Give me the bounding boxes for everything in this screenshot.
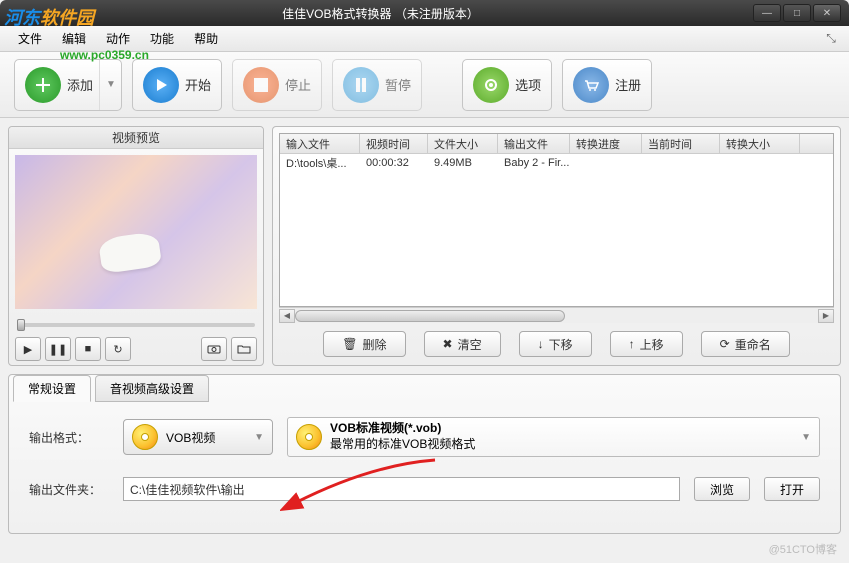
video-preview[interactable] — [15, 155, 257, 309]
move-up-button[interactable]: ↑ 上移 — [610, 331, 683, 357]
file-grid[interactable]: 输入文件视频时间文件大小输出文件转换进度当前时间转换大小 D:\tools\桌.… — [279, 133, 834, 307]
column-header[interactable]: 转换大小 — [720, 134, 800, 153]
table-cell: 00:00:32 — [360, 154, 428, 172]
player-stop-button[interactable]: ■ — [75, 337, 101, 361]
arrow-up-icon: ↑ — [629, 337, 635, 351]
add-label: 添加 — [67, 75, 93, 94]
menu-help[interactable]: 帮助 — [184, 26, 228, 51]
player-pause-button[interactable]: ❚❚ — [45, 337, 71, 361]
scroll-right-icon[interactable]: ▶ — [818, 309, 834, 323]
seek-slider[interactable] — [17, 323, 255, 327]
tab-advanced[interactable]: 音视频高级设置 — [95, 375, 209, 402]
trash-icon: 🗑 — [342, 337, 357, 351]
output-format-selector[interactable]: VOB视频 ▼ — [123, 419, 273, 455]
plus-icon — [25, 67, 61, 103]
column-header[interactable]: 输入文件 — [280, 134, 360, 153]
table-cell — [570, 154, 642, 172]
move-up-label: 上移 — [640, 336, 664, 353]
x-icon: ✖ — [443, 337, 453, 351]
rename-label: 重命名 — [735, 336, 771, 353]
disc-icon — [132, 424, 158, 450]
preview-title: 视频预览 — [9, 127, 263, 149]
register-label: 注册 — [615, 75, 641, 94]
maximize-button[interactable]: □ — [783, 4, 811, 22]
close-button[interactable]: ✕ — [813, 4, 841, 22]
delete-label: 删除 — [363, 336, 387, 353]
options-label: 选项 — [515, 75, 541, 94]
arrow-down-icon: ↓ — [538, 337, 544, 351]
table-cell: Baby 2 - Fir... — [498, 154, 570, 172]
watermark-bottomright: @51CTO博客 — [769, 541, 837, 557]
pause-button[interactable]: 暂停 — [332, 59, 422, 111]
start-label: 开始 — [185, 75, 211, 94]
open-button[interactable]: 打开 — [764, 477, 820, 501]
horizontal-scrollbar[interactable]: ◀ ▶ — [279, 307, 834, 323]
move-down-label: 下移 — [549, 336, 573, 353]
table-row[interactable]: D:\tools\桌...00:00:329.49MBBaby 2 - Fir.… — [280, 154, 833, 172]
player-loop-button[interactable]: ↻ — [105, 337, 131, 361]
pause-label: 暂停 — [385, 75, 411, 94]
stop-label: 停止 — [285, 75, 311, 94]
scroll-thumb[interactable] — [295, 310, 565, 322]
rename-button[interactable]: ⟳ 重命名 — [701, 331, 790, 357]
format-value: VOB视频 — [166, 429, 215, 446]
format-description-selector[interactable]: VOB标准视频(*.vob) 最常用的标准VOB视频格式 ▼ — [287, 417, 820, 457]
delete-button[interactable]: 🗑 删除 — [323, 331, 405, 357]
slider-thumb[interactable] — [17, 319, 25, 331]
column-header[interactable]: 视频时间 — [360, 134, 428, 153]
add-button[interactable]: 添加 ▼ — [14, 59, 122, 111]
table-cell: 9.49MB — [428, 154, 498, 172]
menu-edit[interactable]: 编辑 — [52, 26, 96, 51]
output-format-label: 输出格式： — [29, 429, 109, 446]
snapshot-button[interactable] — [201, 337, 227, 361]
cart-icon — [573, 67, 609, 103]
window-title: 佳佳VOB格式转换器 （未注册版本） — [8, 5, 753, 22]
move-down-button[interactable]: ↓ 下移 — [519, 331, 592, 357]
stop-button[interactable]: 停止 — [232, 59, 322, 111]
menu-file[interactable]: 文件 — [8, 26, 52, 51]
scroll-left-icon[interactable]: ◀ — [279, 309, 295, 323]
browse-button[interactable]: 浏览 — [694, 477, 750, 501]
preview-panel: 视频预览 ▶ ❚❚ ■ ↻ — [8, 126, 264, 366]
table-cell — [642, 154, 720, 172]
chevron-down-icon[interactable]: ▼ — [99, 60, 111, 110]
stop-icon — [243, 67, 279, 103]
player-play-button[interactable]: ▶ — [15, 337, 41, 361]
clear-button[interactable]: ✖ 清空 — [424, 331, 501, 357]
column-header[interactable]: 输出文件 — [498, 134, 570, 153]
column-header[interactable]: 转换进度 — [570, 134, 642, 153]
output-folder-input[interactable] — [123, 477, 680, 501]
menu-action[interactable]: 动作 — [96, 26, 140, 51]
gear-icon — [473, 67, 509, 103]
pause-icon — [343, 67, 379, 103]
output-folder-label: 输出文件夹： — [29, 481, 109, 498]
options-button[interactable]: 选项 — [462, 59, 552, 111]
menu-function[interactable]: 功能 — [140, 26, 184, 51]
column-header[interactable]: 当前时间 — [642, 134, 720, 153]
file-list-panel: 输入文件视频时间文件大小输出文件转换进度当前时间转换大小 D:\tools\桌.… — [272, 126, 841, 366]
clear-label: 清空 — [458, 336, 482, 353]
format-desc-sub: 最常用的标准VOB视频格式 — [330, 437, 475, 453]
table-cell: D:\tools\桌... — [280, 154, 360, 172]
register-button[interactable]: 注册 — [562, 59, 652, 111]
minimize-button[interactable]: — — [753, 4, 781, 22]
folder-button[interactable] — [231, 337, 257, 361]
refresh-icon: ⟳ — [720, 337, 730, 351]
table-cell — [720, 154, 800, 172]
disc-icon — [296, 424, 322, 450]
format-desc-title: VOB标准视频(*.vob) — [330, 421, 475, 437]
tab-general[interactable]: 常规设置 — [13, 375, 91, 402]
chevron-down-icon: ▼ — [254, 432, 264, 443]
play-icon — [143, 67, 179, 103]
start-button[interactable]: 开始 — [132, 59, 222, 111]
resize-handle-icon[interactable]: ⤡ — [821, 29, 841, 49]
column-header[interactable]: 文件大小 — [428, 134, 498, 153]
chevron-down-icon: ▼ — [801, 432, 811, 443]
